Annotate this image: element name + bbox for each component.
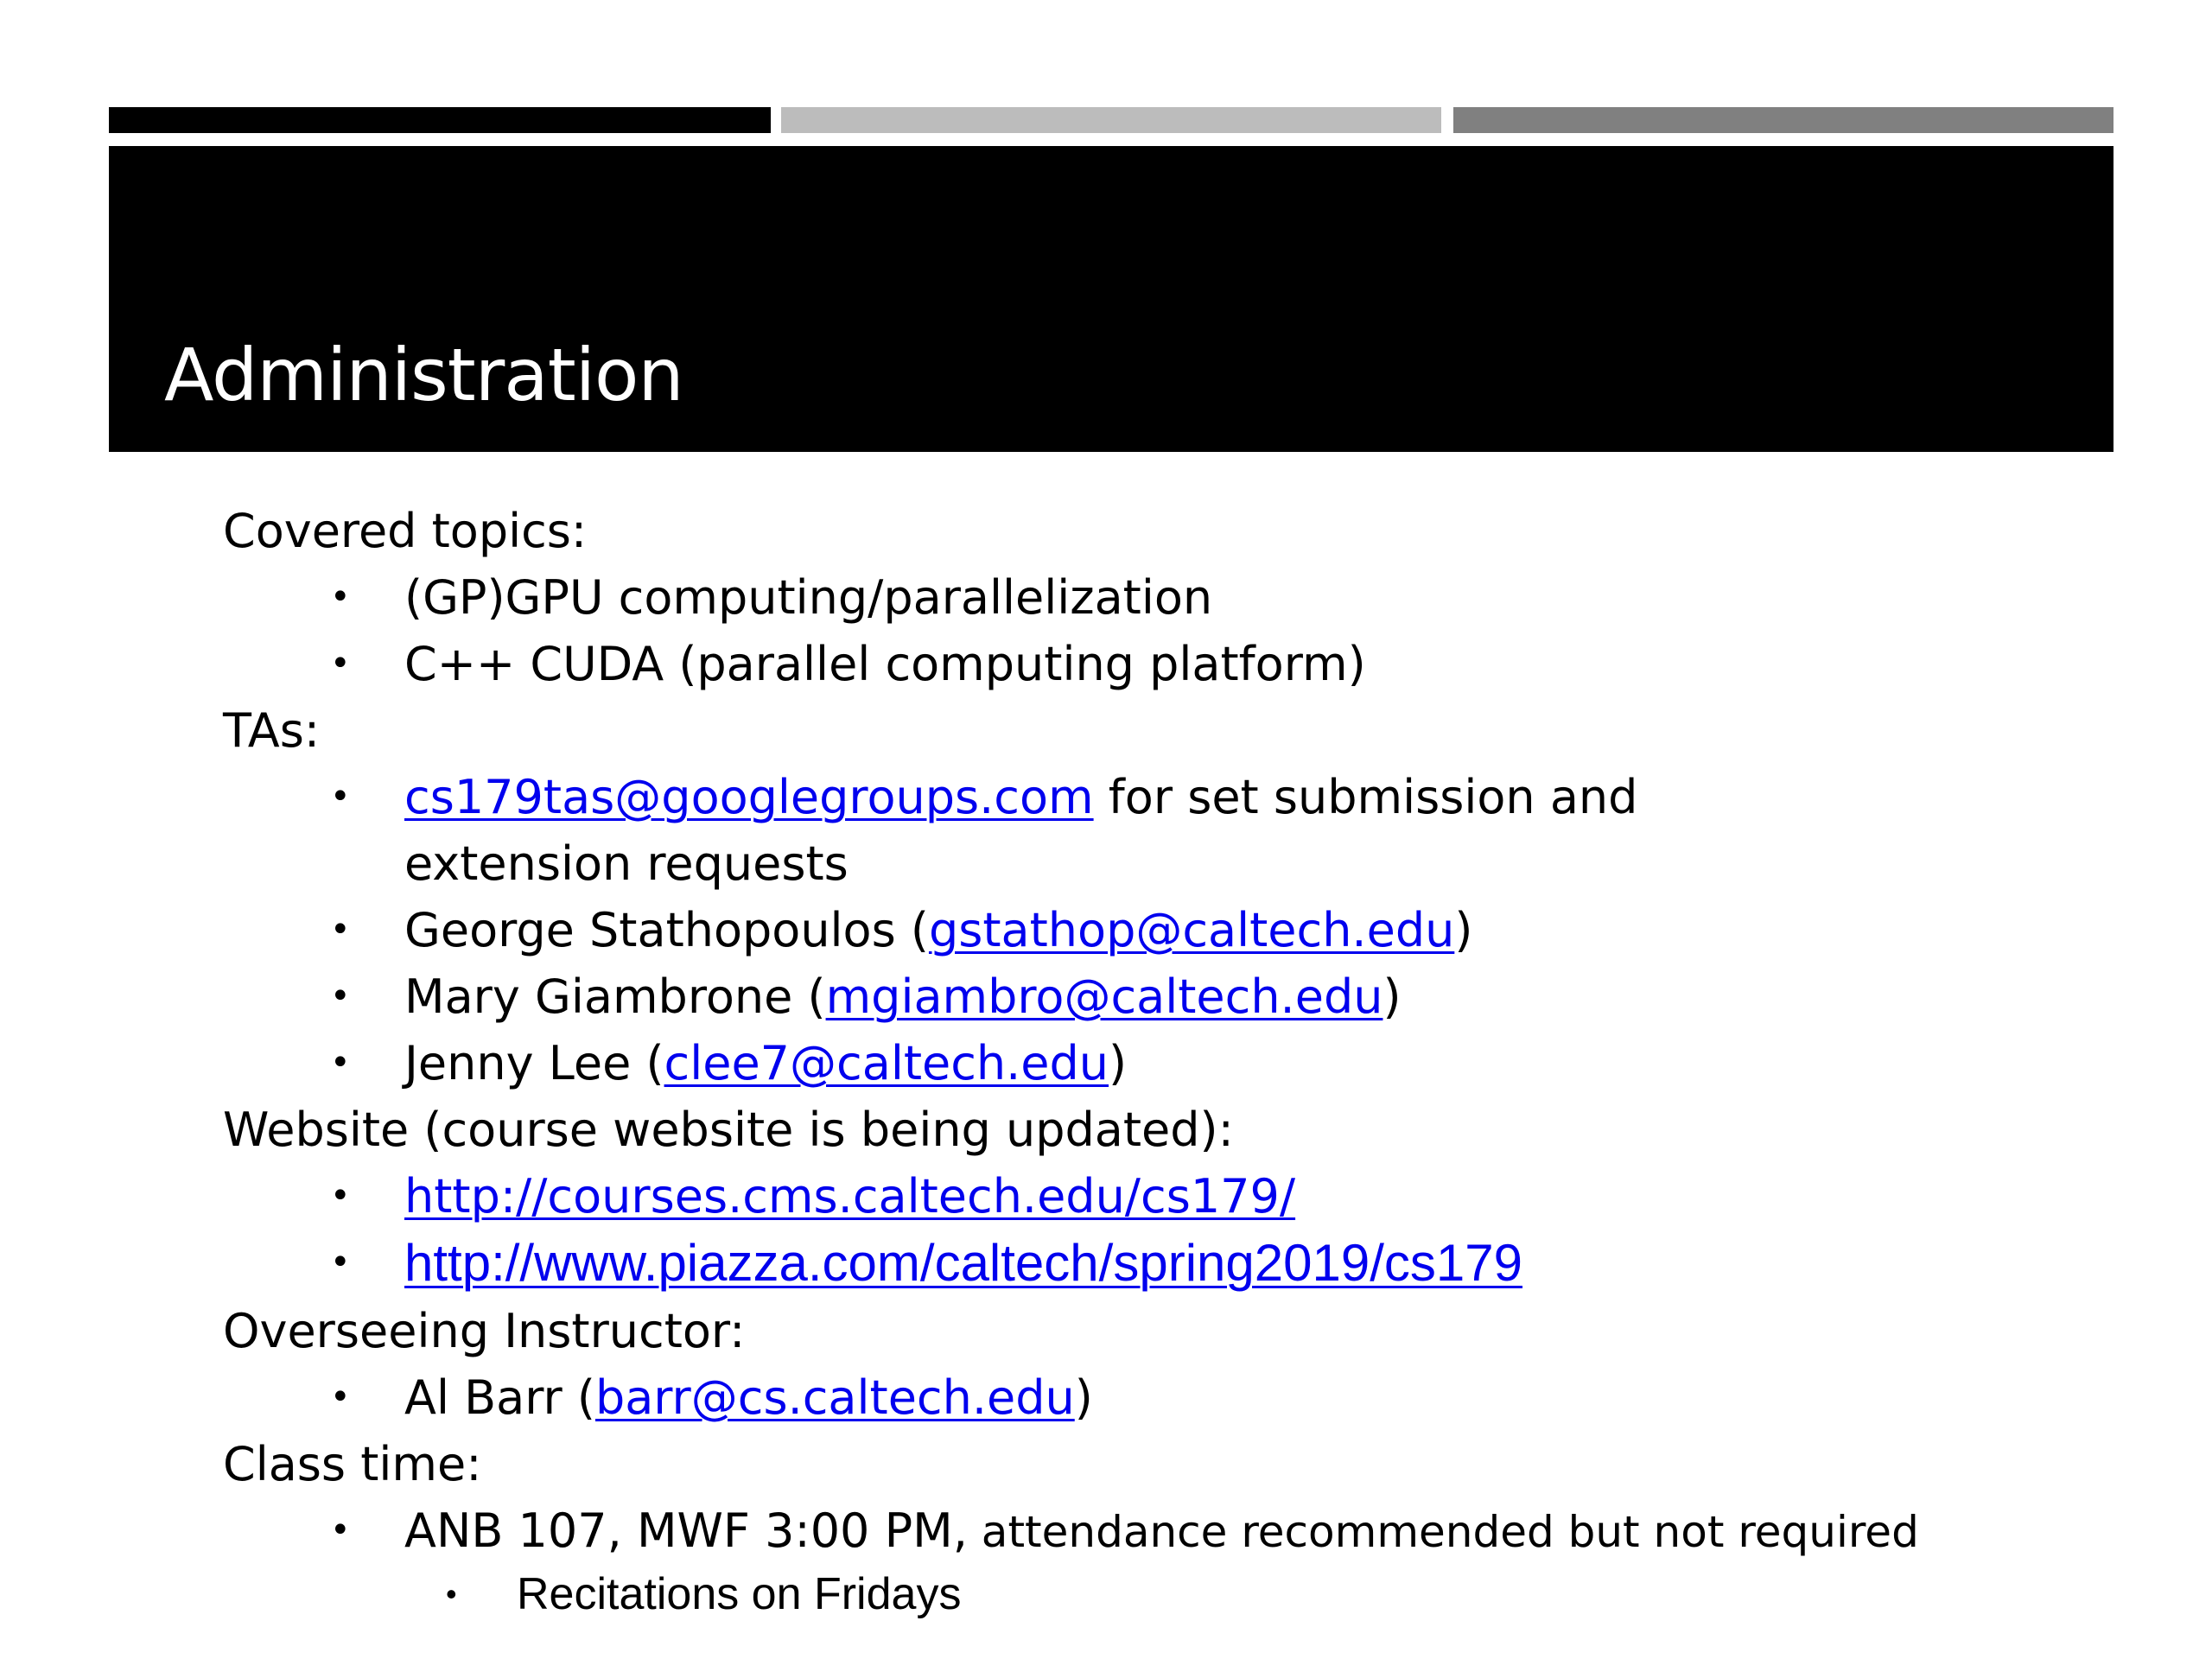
- list-item: • ANB 107, MWF 3:00 PM, attendance recom…: [223, 1497, 2107, 1566]
- class-time-heading: Class time:: [223, 1437, 482, 1491]
- instructor-list: • Al Barr (barr@cs.caltech.edu): [223, 1364, 2107, 1431]
- website-list: • http://courses.cms.caltech.edu/cs179/ …: [223, 1163, 2107, 1298]
- bullet-icon: •: [330, 910, 351, 950]
- bullet-icon: •: [330, 1176, 351, 1216]
- instructor-email-link[interactable]: barr@cs.caltech.edu: [595, 1370, 1075, 1425]
- topics-heading: Covered topics:: [223, 504, 588, 558]
- bullet-icon: •: [330, 1510, 351, 1550]
- close-paren: ): [1382, 969, 1402, 1024]
- close-paren: ): [1074, 1370, 1093, 1425]
- topic-text: C++ CUDA (parallel computing platform): [404, 637, 1366, 691]
- tas-list: • cs179tas@googlegroups.com for set subm…: [223, 764, 2107, 1096]
- topics-list: • (GP)GPU computing/parallelization • C+…: [223, 564, 2107, 697]
- bullet-icon: •: [446, 1576, 457, 1611]
- list-item: • (GP)GPU computing/parallelization: [223, 564, 2107, 631]
- list-item: • Recitations on Fridays: [223, 1566, 2107, 1623]
- slide-body: Covered topics: • (GP)GPU computing/para…: [223, 498, 2107, 1623]
- ta-group-email-link[interactable]: cs179tas@googlegroups.com: [404, 770, 1094, 824]
- attendance-note: attendance recommended but not required: [967, 1507, 1919, 1557]
- website-heading: Website (course website is being updated…: [223, 1103, 1234, 1157]
- list-item: • C++ CUDA (parallel computing platform): [223, 631, 2107, 697]
- ta-email-link[interactable]: mgiambro@caltech.edu: [826, 969, 1383, 1024]
- ta-email-link[interactable]: gstathop@caltech.edu: [929, 903, 1454, 957]
- accent-bar-gray: [1453, 107, 2113, 133]
- class-time-list: • ANB 107, MWF 3:00 PM, attendance recom…: [223, 1497, 2107, 1566]
- accent-bar-black: [109, 107, 771, 133]
- bullet-icon: •: [330, 1243, 351, 1282]
- ta-name: George Stathopoulos (: [404, 903, 929, 957]
- instructor-heading: Overseeing Instructor:: [223, 1304, 746, 1358]
- ta-name: Jenny Lee (: [404, 1036, 664, 1090]
- accent-bar-light-gray: [781, 107, 1441, 133]
- class-time-sublist: • Recitations on Fridays: [223, 1566, 2107, 1623]
- title-band: Administration: [109, 146, 2113, 452]
- topic-text: (GP)GPU computing/parallelization: [404, 570, 1213, 625]
- list-item: • http://www.piazza.com/caltech/spring20…: [223, 1230, 2107, 1298]
- recitations-text: Recitations on Fridays: [517, 1569, 962, 1619]
- bullet-icon: •: [330, 577, 351, 617]
- bullet-icon: •: [330, 777, 351, 817]
- bullet-icon: •: [330, 644, 351, 683]
- close-paren: ): [1454, 903, 1473, 957]
- list-item: • Mary Giambrone (mgiambro@caltech.edu): [223, 963, 2107, 1030]
- course-website-link[interactable]: http://courses.cms.caltech.edu/cs179/: [404, 1169, 1295, 1224]
- list-item: • http://courses.cms.caltech.edu/cs179/: [223, 1163, 2107, 1230]
- bullet-icon: •: [330, 1377, 351, 1417]
- ta-email-link[interactable]: clee7@caltech.edu: [664, 1036, 1109, 1090]
- piazza-link[interactable]: http://www.piazza.com/caltech/spring2019…: [404, 1234, 1522, 1292]
- close-paren: ): [1109, 1036, 1128, 1090]
- class-location-time: ANB 107, MWF 3:00 PM,: [404, 1503, 968, 1558]
- slide-title: Administration: [164, 333, 684, 417]
- list-item: • Al Barr (barr@cs.caltech.edu): [223, 1364, 2107, 1431]
- tas-heading: TAs:: [223, 703, 321, 758]
- list-item: • George Stathopoulos (gstathop@caltech.…: [223, 897, 2107, 963]
- bullet-icon: •: [330, 976, 351, 1016]
- list-item: • Jenny Lee (clee7@caltech.edu): [223, 1030, 2107, 1096]
- ta-name: Mary Giambrone (: [404, 969, 826, 1024]
- list-item: • cs179tas@googlegroups.com for set subm…: [223, 764, 1873, 897]
- instructor-name: Al Barr (: [404, 1370, 595, 1425]
- accent-bars: [109, 107, 2113, 133]
- bullet-icon: •: [330, 1043, 351, 1083]
